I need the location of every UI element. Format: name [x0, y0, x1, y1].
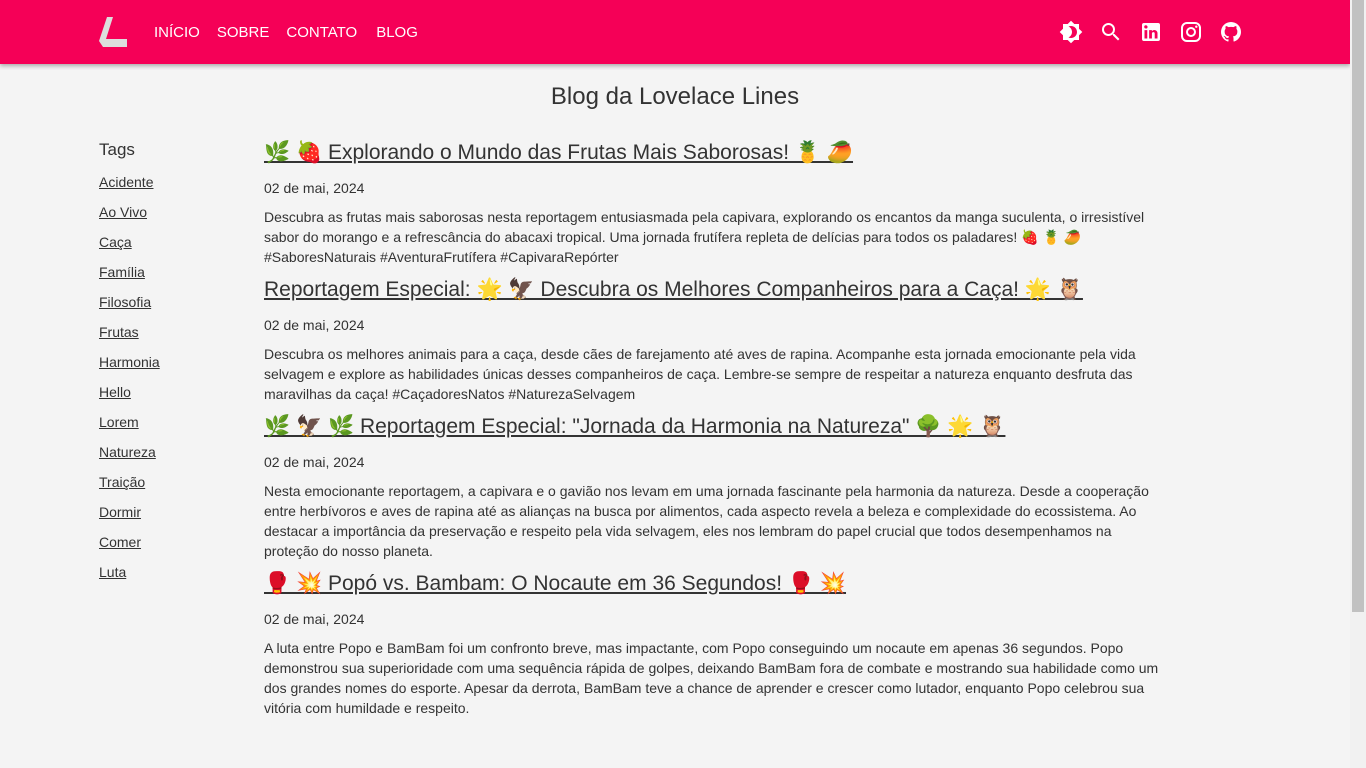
post: 🌿 🦅 🌿 Reportagem Especial: "Jornada da H… [264, 414, 1164, 561]
tag-link[interactable]: Hello [99, 384, 160, 414]
post-list: 🌿 🍓 Explorando o Mundo das Frutas Mais S… [264, 140, 1164, 728]
post-title-link[interactable]: 🌿 🍓 Explorando o Mundo das Frutas Mais S… [264, 141, 853, 164]
tag-link[interactable]: Família [99, 264, 160, 294]
tag-link[interactable]: Luta [99, 564, 160, 594]
post-date: 02 de mai, 2024 [264, 317, 365, 333]
tag-link[interactable]: Caça [99, 234, 160, 264]
nav-contato[interactable]: CONTATO [286, 24, 357, 41]
tag-link[interactable]: Ao Vivo [99, 204, 160, 234]
nav-sobre[interactable]: SOBRE [217, 24, 270, 41]
tag-link[interactable]: Harmonia [99, 354, 160, 384]
tag-link[interactable]: Frutas [99, 324, 160, 354]
logo-icon[interactable] [99, 17, 127, 47]
instagram-icon[interactable] [1179, 20, 1203, 44]
tag-link[interactable]: Natureza [99, 444, 160, 474]
tag-link[interactable]: Traição [99, 474, 160, 504]
main-nav: INÍCIO SOBRE CONTATO BLOG [154, 0, 435, 64]
github-icon[interactable] [1219, 20, 1243, 44]
post: 🌿 🍓 Explorando o Mundo das Frutas Mais S… [264, 140, 1164, 267]
tag-link[interactable]: Acidente [99, 174, 160, 204]
post-title-link[interactable]: 🌿 🦅 🌿 Reportagem Especial: "Jornada da H… [264, 415, 1005, 438]
post: 🥊 💥 Popó vs. Bambam: O Nocaute em 36 Seg… [264, 571, 1164, 718]
theme-toggle-icon[interactable] [1059, 20, 1083, 44]
post-excerpt: Descubra as frutas mais saborosas nesta … [264, 209, 1145, 265]
post-title-link[interactable]: Reportagem Especial: 🌟 🦅 Descubra os Mel… [264, 278, 1083, 301]
tags-sidebar: Tags Acidente Ao Vivo Caça Família Filos… [99, 140, 160, 594]
scrollbar[interactable] [1350, 0, 1366, 768]
top-app-bar: INÍCIO SOBRE CONTATO BLOG [0, 0, 1350, 64]
post-date: 02 de mai, 2024 [264, 454, 365, 470]
post-date: 02 de mai, 2024 [264, 611, 365, 627]
page-title: Blog da Lovelace Lines [550, 83, 800, 110]
post: Reportagem Especial: 🌟 🦅 Descubra os Mel… [264, 277, 1164, 404]
post-title-link[interactable]: 🥊 💥 Popó vs. Bambam: O Nocaute em 36 Seg… [264, 572, 846, 595]
post-excerpt: Descubra os melhores animais para a caça… [264, 346, 1136, 402]
post-excerpt: Nesta emocionante reportagem, a capivara… [264, 483, 1149, 559]
tag-link[interactable]: Dormir [99, 504, 160, 534]
nav-inicio[interactable]: INÍCIO [154, 24, 200, 41]
scrollbar-thumb[interactable] [1352, 0, 1364, 612]
nav-blog[interactable]: BLOG [376, 24, 418, 41]
tag-link[interactable]: Comer [99, 534, 160, 564]
post-date: 02 de mai, 2024 [264, 180, 365, 196]
tags-heading: Tags [99, 140, 135, 159]
tag-link[interactable]: Lorem [99, 414, 160, 444]
linkedin-icon[interactable] [1139, 20, 1163, 44]
search-icon[interactable] [1099, 20, 1123, 44]
tag-link[interactable]: Filosofia [99, 294, 160, 324]
post-excerpt: A luta entre Popo e BamBam foi um confro… [264, 640, 1159, 716]
